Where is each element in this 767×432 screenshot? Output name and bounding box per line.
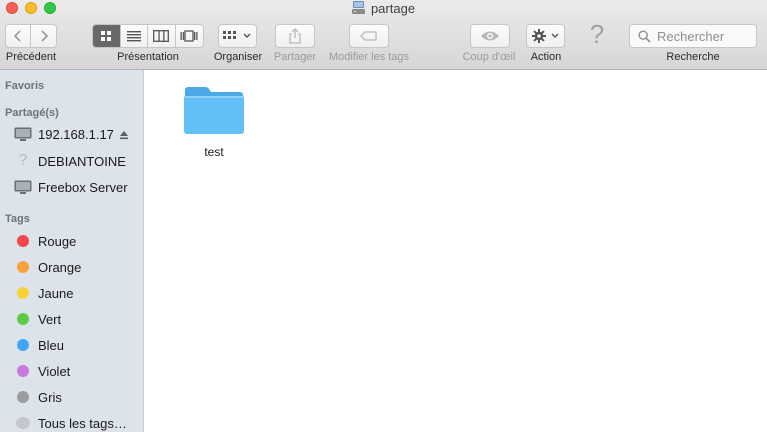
monitor-icon xyxy=(13,127,33,142)
eye-icon xyxy=(481,31,499,41)
search-label: Recherche xyxy=(666,51,720,63)
edit-tags-label: Modifier les tags xyxy=(328,51,410,63)
tag-label: Tous les tags… xyxy=(38,415,127,431)
sidebar-tag-gray[interactable]: Gris xyxy=(0,385,143,409)
share-button[interactable] xyxy=(275,24,315,48)
cover-flow-icon xyxy=(180,30,198,42)
back-button[interactable] xyxy=(6,25,32,47)
sidebar-item-debiantoine[interactable]: ? DEBIANTOINE xyxy=(0,149,143,173)
column-view-button[interactable] xyxy=(148,25,176,47)
view-mode-control xyxy=(92,24,204,48)
orange-tag-dot-icon xyxy=(17,261,29,273)
search-input[interactable] xyxy=(657,28,753,44)
monitor-icon xyxy=(13,180,33,195)
tags-header: Tags xyxy=(5,213,30,225)
forward-button[interactable] xyxy=(31,25,56,47)
eject-icon[interactable] xyxy=(119,128,129,143)
quick-look-label: Coup d'œil xyxy=(462,51,516,63)
window-title-text: partage xyxy=(370,1,416,16)
tag-label: Violet xyxy=(38,363,71,379)
list-view-button[interactable] xyxy=(121,25,148,47)
gear-icon xyxy=(531,29,546,43)
tag-label: Jaune xyxy=(38,285,74,301)
favorites-header: Favoris xyxy=(5,80,45,92)
back-label: Précédent xyxy=(5,51,57,63)
arrange-grid-icon xyxy=(223,31,236,39)
share-icon xyxy=(289,28,301,44)
violet-tag-dot-icon xyxy=(17,365,29,377)
action-button[interactable] xyxy=(526,24,565,48)
view-label: Présentation xyxy=(117,51,179,63)
cover-flow-view-button[interactable] xyxy=(176,25,203,47)
share-label: Partager xyxy=(273,51,317,63)
help-question-icon[interactable]: ? xyxy=(586,20,608,48)
quick-look-button[interactable] xyxy=(470,24,510,48)
sidebar-item-freebox-server[interactable]: Freebox Server xyxy=(0,175,143,199)
tag-label: Orange xyxy=(38,259,82,275)
red-tag-dot-icon xyxy=(17,235,29,247)
toolbar: partage Précédent Présentation Organiser… xyxy=(0,0,767,70)
sidebar: Favoris Partagé(s) 192.168.1.17 ? DEBIAN… xyxy=(0,70,144,432)
chevron-down-icon xyxy=(243,33,251,38)
list-icon xyxy=(126,31,141,42)
sidebar-tag-red[interactable]: Rouge xyxy=(0,229,143,253)
action-label: Action xyxy=(530,51,562,63)
search-icon xyxy=(638,29,651,43)
all-tags-icon xyxy=(16,417,30,429)
sidebar-tag-green[interactable]: Vert xyxy=(0,307,143,331)
arrange-label: Organiser xyxy=(213,51,263,63)
sidebar-item-label: Freebox Server xyxy=(38,179,128,195)
window-title: partage xyxy=(0,1,767,19)
tag-label: Bleu xyxy=(38,337,65,353)
grid-icon xyxy=(101,31,112,41)
green-tag-dot-icon xyxy=(17,313,29,325)
sidebar-item-label: DEBIANTOINE xyxy=(38,153,126,169)
folder-icon xyxy=(184,87,244,134)
yellow-tag-dot-icon xyxy=(17,287,29,299)
chevron-left-icon xyxy=(13,30,21,42)
tag-label: Vert xyxy=(38,311,62,327)
sidebar-tag-yellow[interactable]: Jaune xyxy=(0,281,143,305)
sidebar-item-192-168-1-17[interactable]: 192.168.1.17 xyxy=(0,122,143,146)
shared-header: Partagé(s) xyxy=(5,107,59,119)
columns-icon xyxy=(153,30,170,42)
file-item-test[interactable]: test xyxy=(181,84,247,159)
sidebar-all-tags[interactable]: Tous les tags… xyxy=(0,411,143,432)
sidebar-tag-orange[interactable]: Orange xyxy=(0,255,143,279)
tag-label: Rouge xyxy=(38,233,77,249)
tag-label: Gris xyxy=(38,389,62,405)
edit-tags-button[interactable] xyxy=(349,24,389,48)
chevron-right-icon xyxy=(40,30,48,42)
sidebar-item-label: 192.168.1.17 xyxy=(38,126,114,142)
blue-tag-dot-icon xyxy=(17,339,29,351)
file-browser-area: test xyxy=(145,70,767,432)
back-forward-control xyxy=(5,24,57,48)
gray-tag-dot-icon xyxy=(17,391,29,403)
network-drive-icon xyxy=(351,1,365,19)
search-field[interactable] xyxy=(629,24,757,48)
sidebar-tag-violet[interactable]: Violet xyxy=(0,359,143,383)
arrange-button[interactable] xyxy=(218,24,257,48)
question-icon: ? xyxy=(18,152,28,169)
icon-view-button[interactable] xyxy=(93,25,121,47)
sidebar-tag-blue[interactable]: Bleu xyxy=(0,333,143,357)
chevron-down-icon xyxy=(551,33,558,38)
tag-icon xyxy=(360,31,377,41)
file-name: test xyxy=(204,145,224,159)
